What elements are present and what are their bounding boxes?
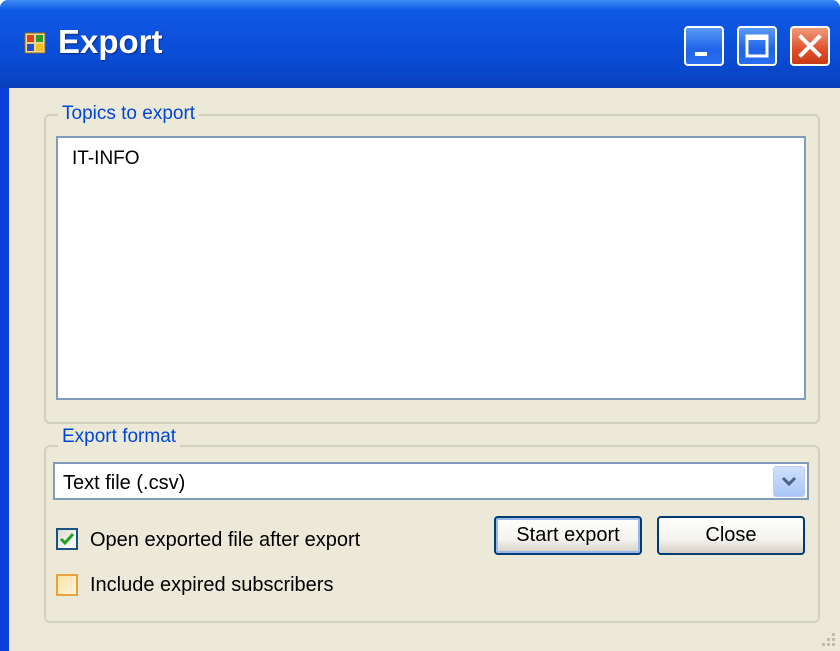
title-bar[interactable]: Export [0,0,840,88]
topics-listbox[interactable]: IT-INFO [56,136,806,400]
close-icon [798,34,822,58]
export-format-value: Text file (.csv) [63,472,186,494]
maximize-button[interactable] [737,26,777,66]
close-button[interactable]: Close [657,516,805,555]
topics-group-label: Topics to export [58,103,200,125]
close-window-button[interactable] [790,26,830,66]
include-expired-label[interactable]: Include expired subscribers [90,574,333,596]
list-item[interactable]: IT-INFO [72,148,140,170]
export-window: Export Topics to export IT-INFO Export f… [0,0,840,651]
start-export-button[interactable]: Start export [494,516,642,555]
minimize-icon [695,52,707,56]
checkmark-icon [59,533,75,546]
resize-grip-icon[interactable] [818,629,836,647]
format-group-label: Export format [58,426,181,448]
app-window-icon [24,32,46,54]
dropdown-button[interactable] [773,466,805,497]
open-after-export-label[interactable]: Open exported file after export [90,529,360,551]
include-expired-checkbox[interactable] [56,574,78,596]
window-title: Export [58,23,163,60]
open-after-export-checkbox[interactable] [56,528,78,550]
client-area: Topics to export IT-INFO Export format T… [9,88,840,651]
maximize-icon [745,34,769,58]
export-format-select[interactable]: Text file (.csv) [53,462,809,500]
chevron-down-icon [781,476,797,487]
minimize-button[interactable] [684,26,724,66]
